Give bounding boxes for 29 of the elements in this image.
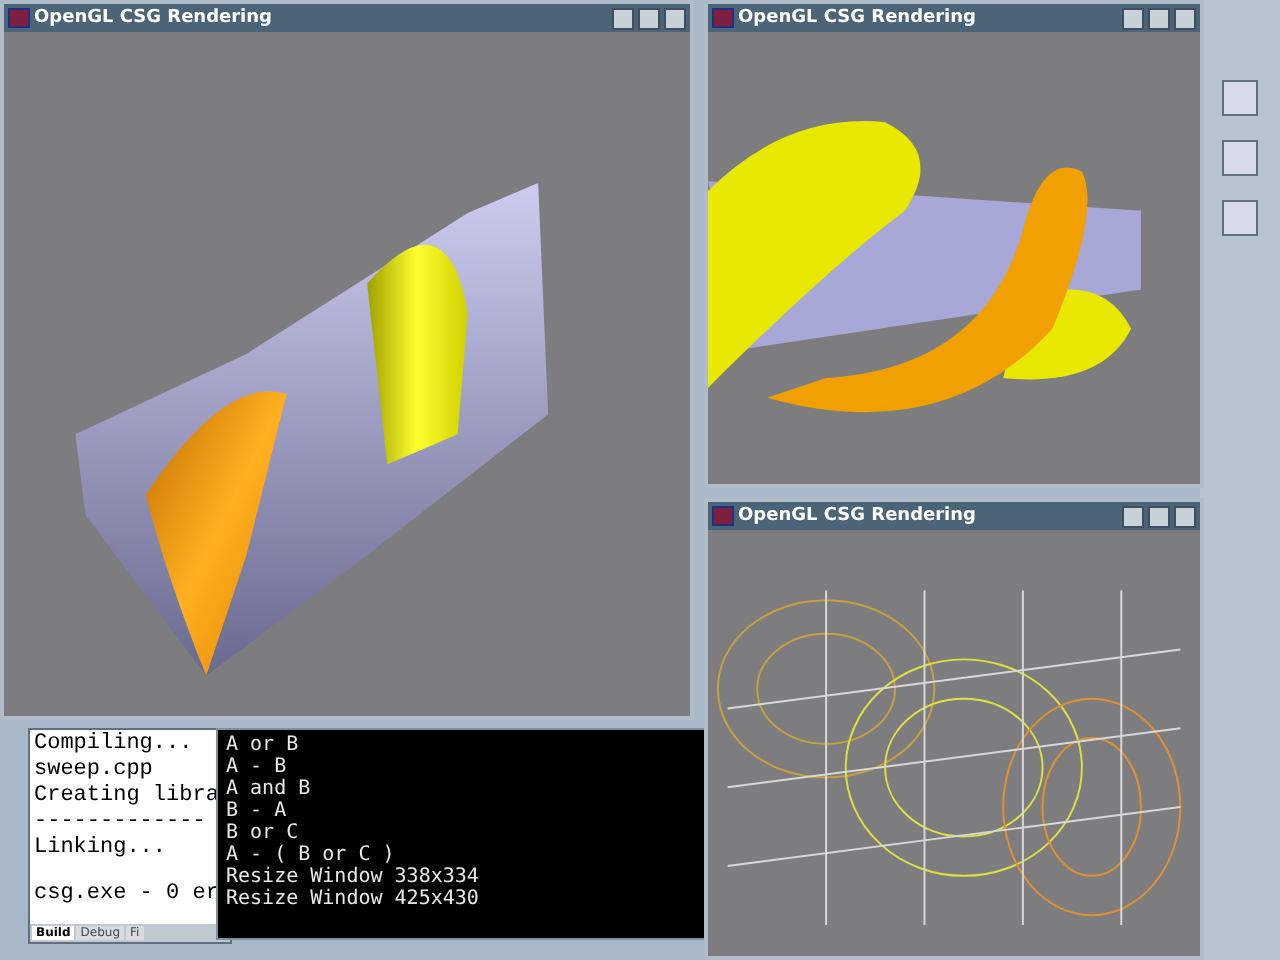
console-line: B - A [226,800,289,822]
output-line: Linking... [34,836,169,862]
window-title: OpenGL CSG Rendering [34,8,274,28]
console-line: A - ( B or C ) [226,844,397,866]
minimize-button[interactable] [1122,505,1144,527]
app-icon [712,506,734,526]
console-line: Resize Window 338x334 [226,866,481,888]
output-line: Compiling... [34,732,195,758]
app-icon [8,8,30,28]
maximize-button[interactable] [638,7,660,29]
close-button[interactable] [664,7,686,29]
console-line: A or B [226,734,301,756]
minimize-button[interactable] [612,7,634,29]
console-line: A - B [226,756,289,778]
output-line: csg.exe - 0 er [34,882,221,908]
output-line: ------------- [34,810,208,836]
window-title: OpenGL CSG Rendering [738,506,978,526]
output-line: sweep.cpp [34,758,155,784]
close-button[interactable] [1174,505,1196,527]
close-button[interactable] [1174,7,1196,29]
console-line: Resize Window 425x430 [226,888,481,910]
app-icon [712,8,734,28]
minimize-button[interactable] [1122,7,1144,29]
window-title: OpenGL CSG Rendering [738,8,978,28]
maximize-button[interactable] [1148,7,1170,29]
console-line: B or C [226,822,301,844]
console-line: A and B [226,778,313,800]
maximize-button[interactable] [1148,505,1170,527]
output-line: Creating libra [34,784,221,810]
